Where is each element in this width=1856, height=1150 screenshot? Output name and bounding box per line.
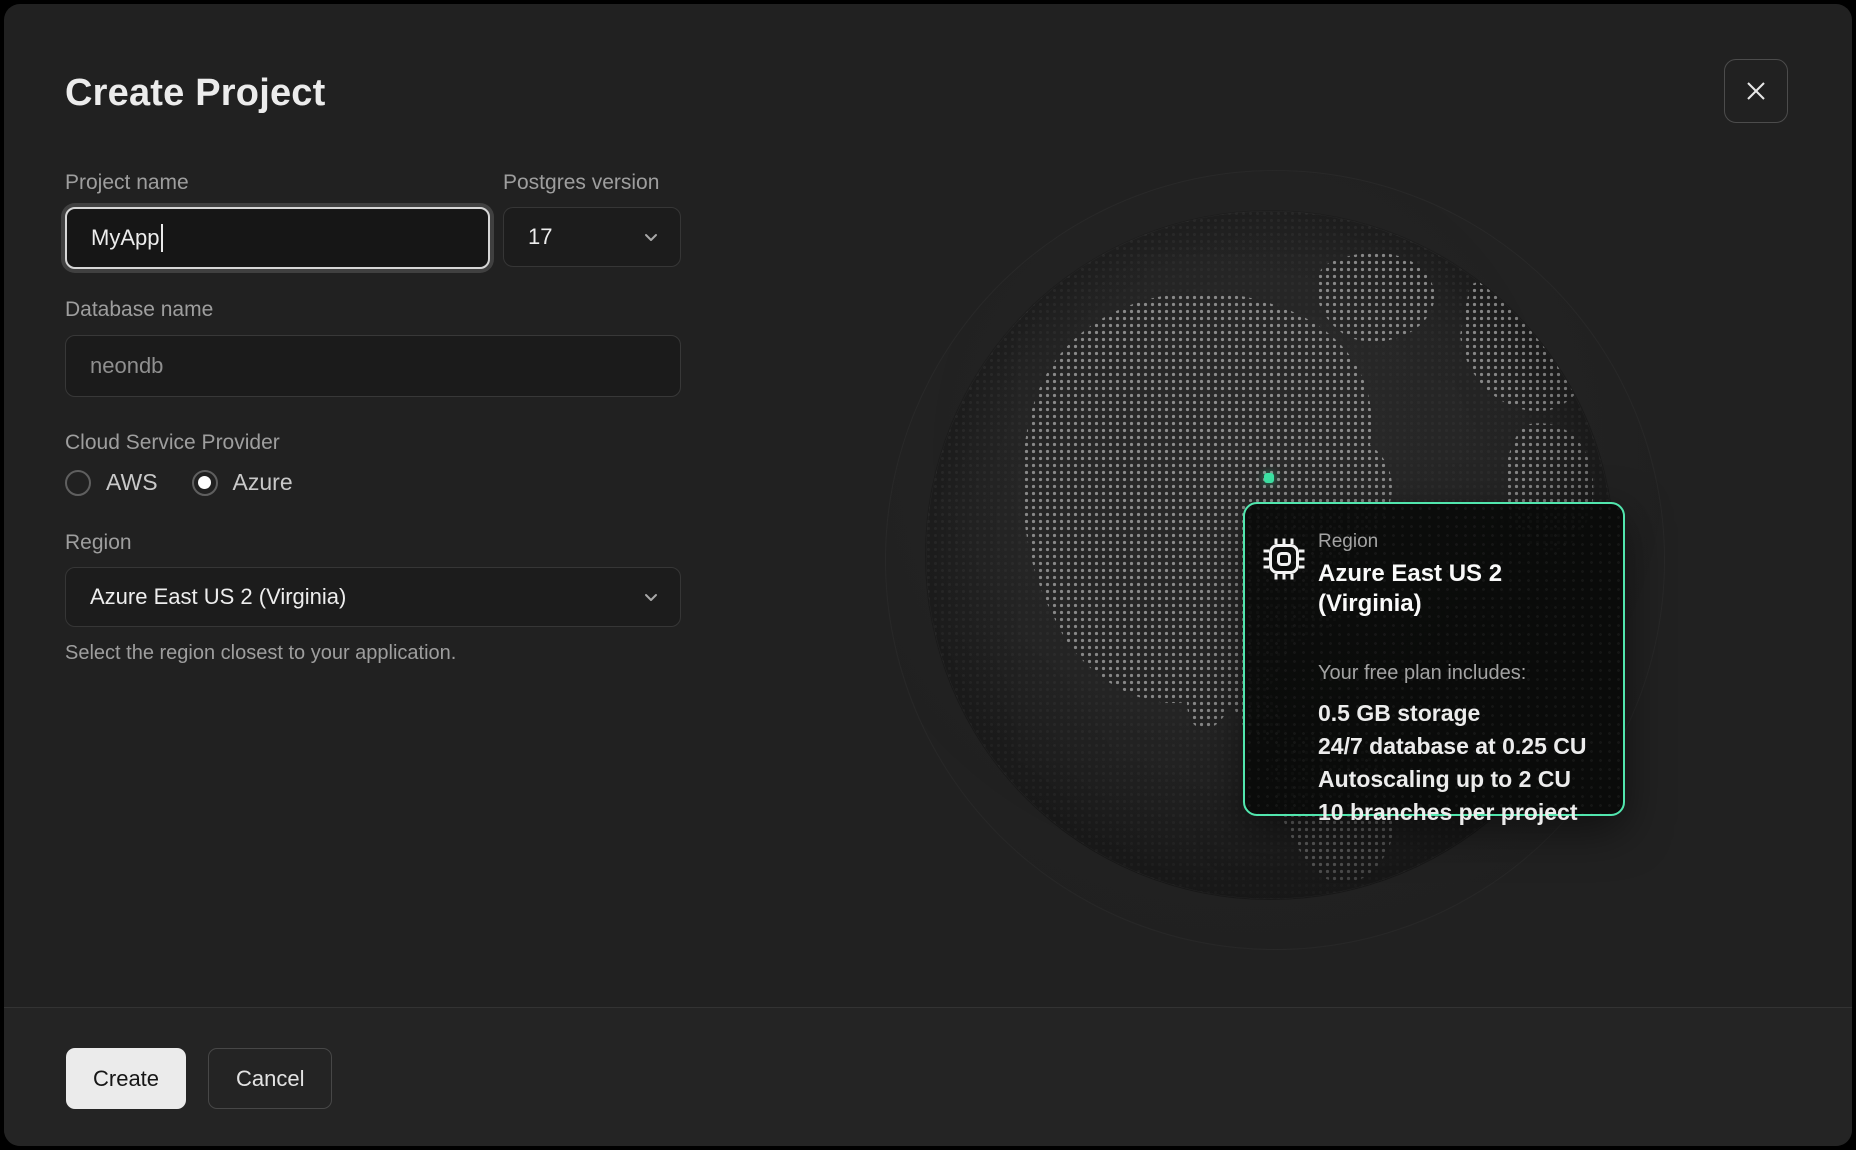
chevron-down-icon	[642, 588, 660, 606]
plan-feature: 24/7 database at 0.25 CU	[1318, 730, 1608, 763]
close-icon	[1742, 77, 1770, 105]
region-select-value: Azure East US 2 (Virginia)	[90, 584, 346, 610]
project-name-input[interactable]: MyApp	[65, 207, 490, 269]
plan-intro-text: Your free plan includes:	[1318, 661, 1608, 685]
create-button[interactable]: Create	[66, 1048, 186, 1109]
postgres-version-label: Postgres version	[503, 172, 681, 194]
plan-feature-list: 0.5 GB storage 24/7 database at 0.25 CU …	[1318, 697, 1608, 829]
create-project-dialog: Create Project Project name MyApp Postgr…	[4, 4, 1852, 1146]
radio-label-azure: Azure	[233, 469, 293, 496]
radio-selected-dot	[198, 476, 211, 489]
create-project-form: Project name MyApp Postgres version 17 D	[65, 172, 681, 665]
page-background: Create Project Project name MyApp Postgr…	[0, 0, 1856, 1150]
postgres-version-select[interactable]: 17	[503, 207, 681, 267]
radio-option-azure[interactable]: Azure	[192, 469, 293, 496]
dialog-footer: Create Cancel	[4, 1007, 1852, 1146]
radio-option-aws[interactable]: AWS	[65, 469, 158, 496]
project-name-label: Project name	[65, 172, 490, 194]
project-name-value: MyApp	[91, 225, 159, 251]
chip-icon	[1262, 537, 1306, 581]
radio-circle-selected	[192, 470, 218, 496]
postgres-version-value: 17	[528, 224, 552, 250]
plan-feature: 0.5 GB storage	[1318, 697, 1608, 730]
region-tooltip-card: Region Azure East US 2 (Virginia) Your f…	[1243, 502, 1625, 816]
region-card-text: Region Azure East US 2 (Virginia) Your f…	[1318, 530, 1608, 829]
text-caret	[161, 224, 163, 252]
region-label: Region	[65, 532, 681, 554]
database-name-field	[65, 335, 681, 397]
cloud-provider-label: Cloud Service Provider	[65, 432, 681, 454]
region-marker-dot	[1264, 473, 1274, 483]
region-card-heading: Region	[1318, 530, 1608, 554]
region-helper-text: Select the region closest to your applic…	[65, 642, 681, 665]
region-card-name: Azure East US 2 (Virginia)	[1318, 559, 1608, 619]
database-name-label: Database name	[65, 299, 681, 321]
dialog-title: Create Project	[65, 72, 325, 115]
chevron-down-icon	[642, 228, 660, 246]
radio-label-aws: AWS	[106, 469, 158, 496]
plan-feature: 10 branches per project	[1318, 796, 1608, 829]
close-button[interactable]	[1724, 59, 1788, 123]
region-select[interactable]: Azure East US 2 (Virginia)	[65, 567, 681, 627]
database-name-input[interactable]	[90, 336, 656, 396]
plan-feature: Autoscaling up to 2 CU	[1318, 763, 1608, 796]
cloud-provider-radio-group: AWS Azure	[65, 469, 681, 496]
cancel-button[interactable]: Cancel	[208, 1048, 332, 1109]
radio-circle-unselected	[65, 470, 91, 496]
